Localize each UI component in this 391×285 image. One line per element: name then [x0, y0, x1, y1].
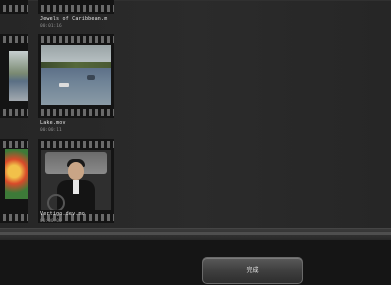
bottom-toolbar: 完成: [0, 240, 391, 285]
video-duration: 00:00:00: [40, 219, 62, 224]
video-thumbnail[interactable]: [38, 0, 114, 14]
video-title: Jewels of Caribbean.m: [40, 16, 108, 22]
video-duration: 00:00:11: [40, 128, 62, 133]
done-button[interactable]: 完成: [202, 257, 303, 284]
man-in-car-thumbnail-image: [41, 150, 111, 210]
video-title: Lake.mov: [40, 120, 66, 126]
lake-thumbnail-image: [41, 45, 111, 105]
partial-thumbnail[interactable]: [0, 0, 28, 14]
video-gallery: Jewels of Caribbean.m 00:01:16 Lake.mov …: [0, 0, 391, 228]
flower-thumbnail-image: [5, 149, 28, 199]
video-duration: 00:01:16: [40, 24, 62, 29]
lake-thumbnail-image: [9, 51, 28, 101]
scrollbar-thumb[interactable]: [0, 232, 391, 235]
video-title: Vertigo.dev.mo: [40, 211, 85, 217]
video-thumbnail[interactable]: [38, 34, 114, 118]
